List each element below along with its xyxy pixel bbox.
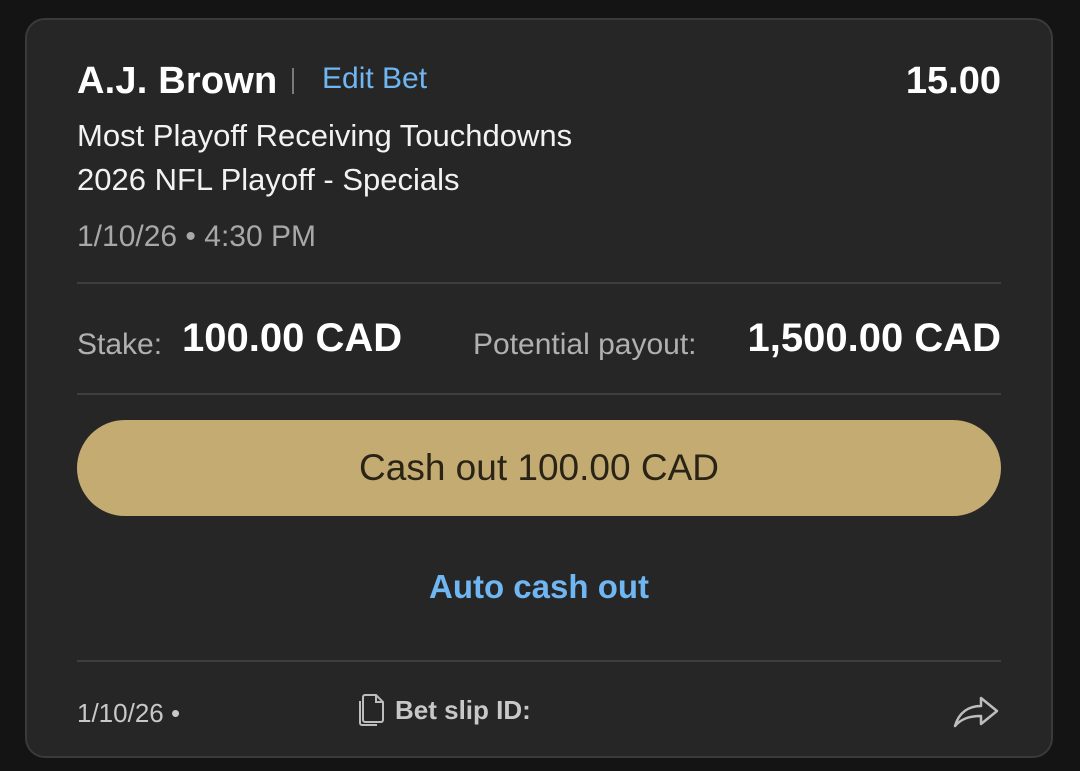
cash-out-button[interactable]: Cash out 100.00 CAD — [77, 420, 1001, 516]
stake-payout-row: Stake: 100.00 CAD Potential payout: 1,50… — [77, 316, 1001, 366]
divider — [77, 660, 1001, 662]
bet-footer: 1/10/26 • Bet slip ID: — [77, 690, 1001, 740]
payout-label: Potential payout: — [473, 328, 697, 361]
share-icon[interactable] — [951, 690, 1001, 732]
auto-cash-out-link[interactable]: Auto cash out — [77, 568, 1001, 606]
divider — [77, 393, 1001, 395]
divider — [77, 282, 1001, 284]
bet-header: A.J. Brown Edit Bet 15.00 — [77, 58, 1001, 108]
stake-value: 100.00 CAD — [182, 316, 403, 360]
event-datetime: 1/10/26 • 4:30 PM — [77, 220, 316, 253]
bet-slip-id-label: Bet slip ID: — [395, 694, 531, 725]
payout-value: 1,500.00 CAD — [747, 316, 1001, 360]
market-name: Most Playoff Receiving Touchdowns — [77, 118, 573, 153]
bet-card-content: A.J. Brown Edit Bet 15.00 Most Playoff R… — [77, 20, 1001, 756]
stake-label: Stake: — [77, 328, 163, 361]
odds-value: 15.00 — [905, 60, 1001, 102]
cash-out-label: Cash out 100.00 CAD — [359, 447, 719, 488]
edit-bet-link[interactable]: Edit Bet — [322, 62, 427, 96]
bet-card: A.J. Brown Edit Bet 15.00 Most Playoff R… — [25, 18, 1053, 758]
footer-date: 1/10/26 • — [77, 698, 181, 728]
bet-slip-id-copy[interactable]: Bet slip ID: — [355, 692, 531, 728]
selection-name: A.J. Brown — [77, 60, 278, 102]
copy-icon — [359, 694, 384, 726]
header-separator — [292, 68, 294, 94]
event-name: 2026 NFL Playoff - Specials — [77, 162, 460, 197]
